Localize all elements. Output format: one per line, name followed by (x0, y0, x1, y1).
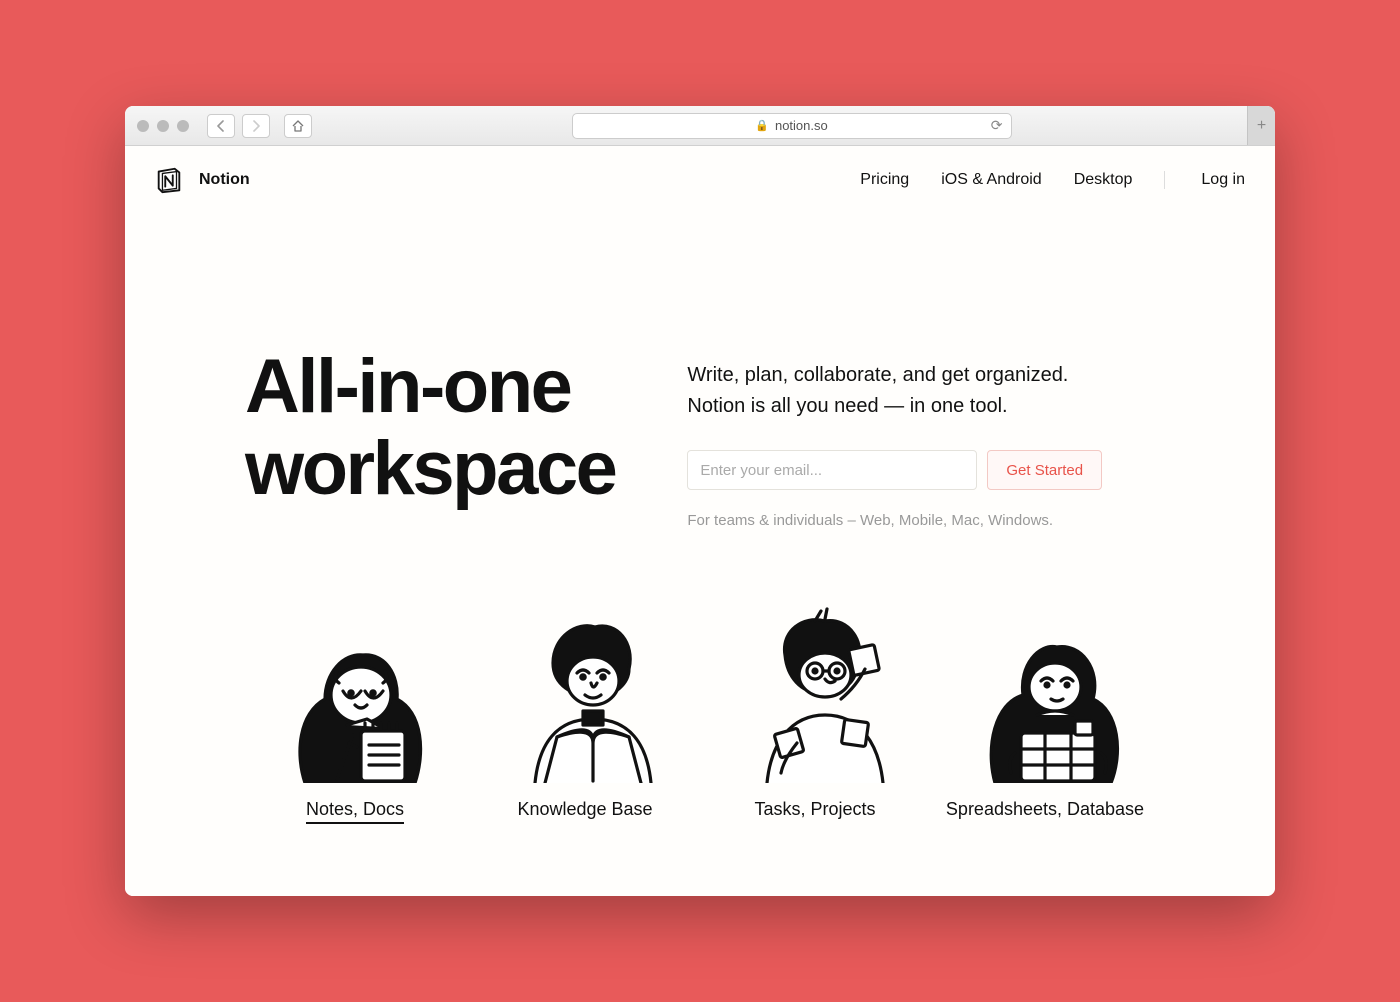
nav-link-desktop[interactable]: Desktop (1074, 171, 1133, 189)
feature-tabs: Notes, Docs (125, 603, 1275, 824)
nav-link-login[interactable]: Log in (1201, 171, 1245, 189)
feature-label: Knowledge Base (517, 799, 652, 820)
lock-icon: 🔒 (755, 119, 769, 132)
hero-subtitle: Write, plan, collaborate, and get organi… (687, 360, 1102, 422)
hero-title-line2: workspace (245, 426, 615, 511)
hero-meta: For teams & individuals – Web, Mobile, M… (687, 512, 1102, 529)
nav-link-mobile[interactable]: iOS & Android (941, 171, 1042, 189)
hero-section: All-in-one workspace Write, plan, collab… (125, 196, 1275, 529)
browser-toolbar: 🔒 notion.so ⟳ + (125, 106, 1275, 146)
hero-cta-block: Write, plan, collaborate, and get organi… (687, 346, 1102, 529)
nav-link-pricing[interactable]: Pricing (860, 171, 909, 189)
feature-label: Tasks, Projects (754, 799, 875, 820)
browser-window: 🔒 notion.so ⟳ + Notion Pricing iOS & And… (125, 106, 1275, 896)
feature-label: Spreadsheets, Database (946, 799, 1144, 820)
feature-knowledge-base[interactable]: Knowledge Base (485, 603, 685, 824)
home-button[interactable] (284, 114, 312, 138)
forward-button[interactable] (242, 114, 270, 138)
feature-notes-docs[interactable]: Notes, Docs (255, 603, 455, 824)
new-tab-button[interactable]: + (1247, 106, 1275, 145)
site-header: Notion Pricing iOS & Android Desktop Log… (125, 146, 1275, 196)
hero-subtitle-line1: Write, plan, collaborate, and get organi… (687, 364, 1068, 386)
minimize-window-icon[interactable] (157, 120, 169, 132)
illustration-database-icon (955, 603, 1135, 783)
notion-logo-icon[interactable] (153, 164, 185, 196)
hero-subtitle-line2: Notion is all you need — in one tool. (687, 395, 1007, 417)
url-text: notion.so (775, 118, 828, 133)
hero-title-block: All-in-one workspace (245, 346, 615, 529)
illustration-notes-icon (265, 603, 445, 783)
illustration-knowledge-icon (495, 603, 675, 783)
address-bar[interactable]: 🔒 notion.so ⟳ (572, 113, 1012, 139)
page-content: Notion Pricing iOS & Android Desktop Log… (125, 146, 1275, 896)
hero-title-line1: All-in-one (245, 344, 570, 429)
close-window-icon[interactable] (137, 120, 149, 132)
illustration-tasks-icon (725, 603, 905, 783)
hero-title: All-in-one workspace (245, 346, 615, 510)
zoom-window-icon[interactable] (177, 120, 189, 132)
get-started-button[interactable]: Get Started (987, 450, 1102, 490)
reload-icon[interactable]: ⟳ (991, 117, 1003, 134)
nav-divider (1164, 171, 1165, 189)
feature-label: Notes, Docs (306, 799, 404, 824)
nav-links: Pricing iOS & Android Desktop Log in (860, 171, 1245, 189)
feature-tasks-projects[interactable]: Tasks, Projects (715, 603, 915, 824)
brand-name[interactable]: Notion (199, 171, 250, 189)
back-button[interactable] (207, 114, 235, 138)
signup-row: Get Started (687, 450, 1102, 490)
email-input[interactable] (687, 450, 977, 490)
window-controls (137, 120, 189, 132)
feature-spreadsheets-database[interactable]: Spreadsheets, Database (945, 603, 1145, 824)
